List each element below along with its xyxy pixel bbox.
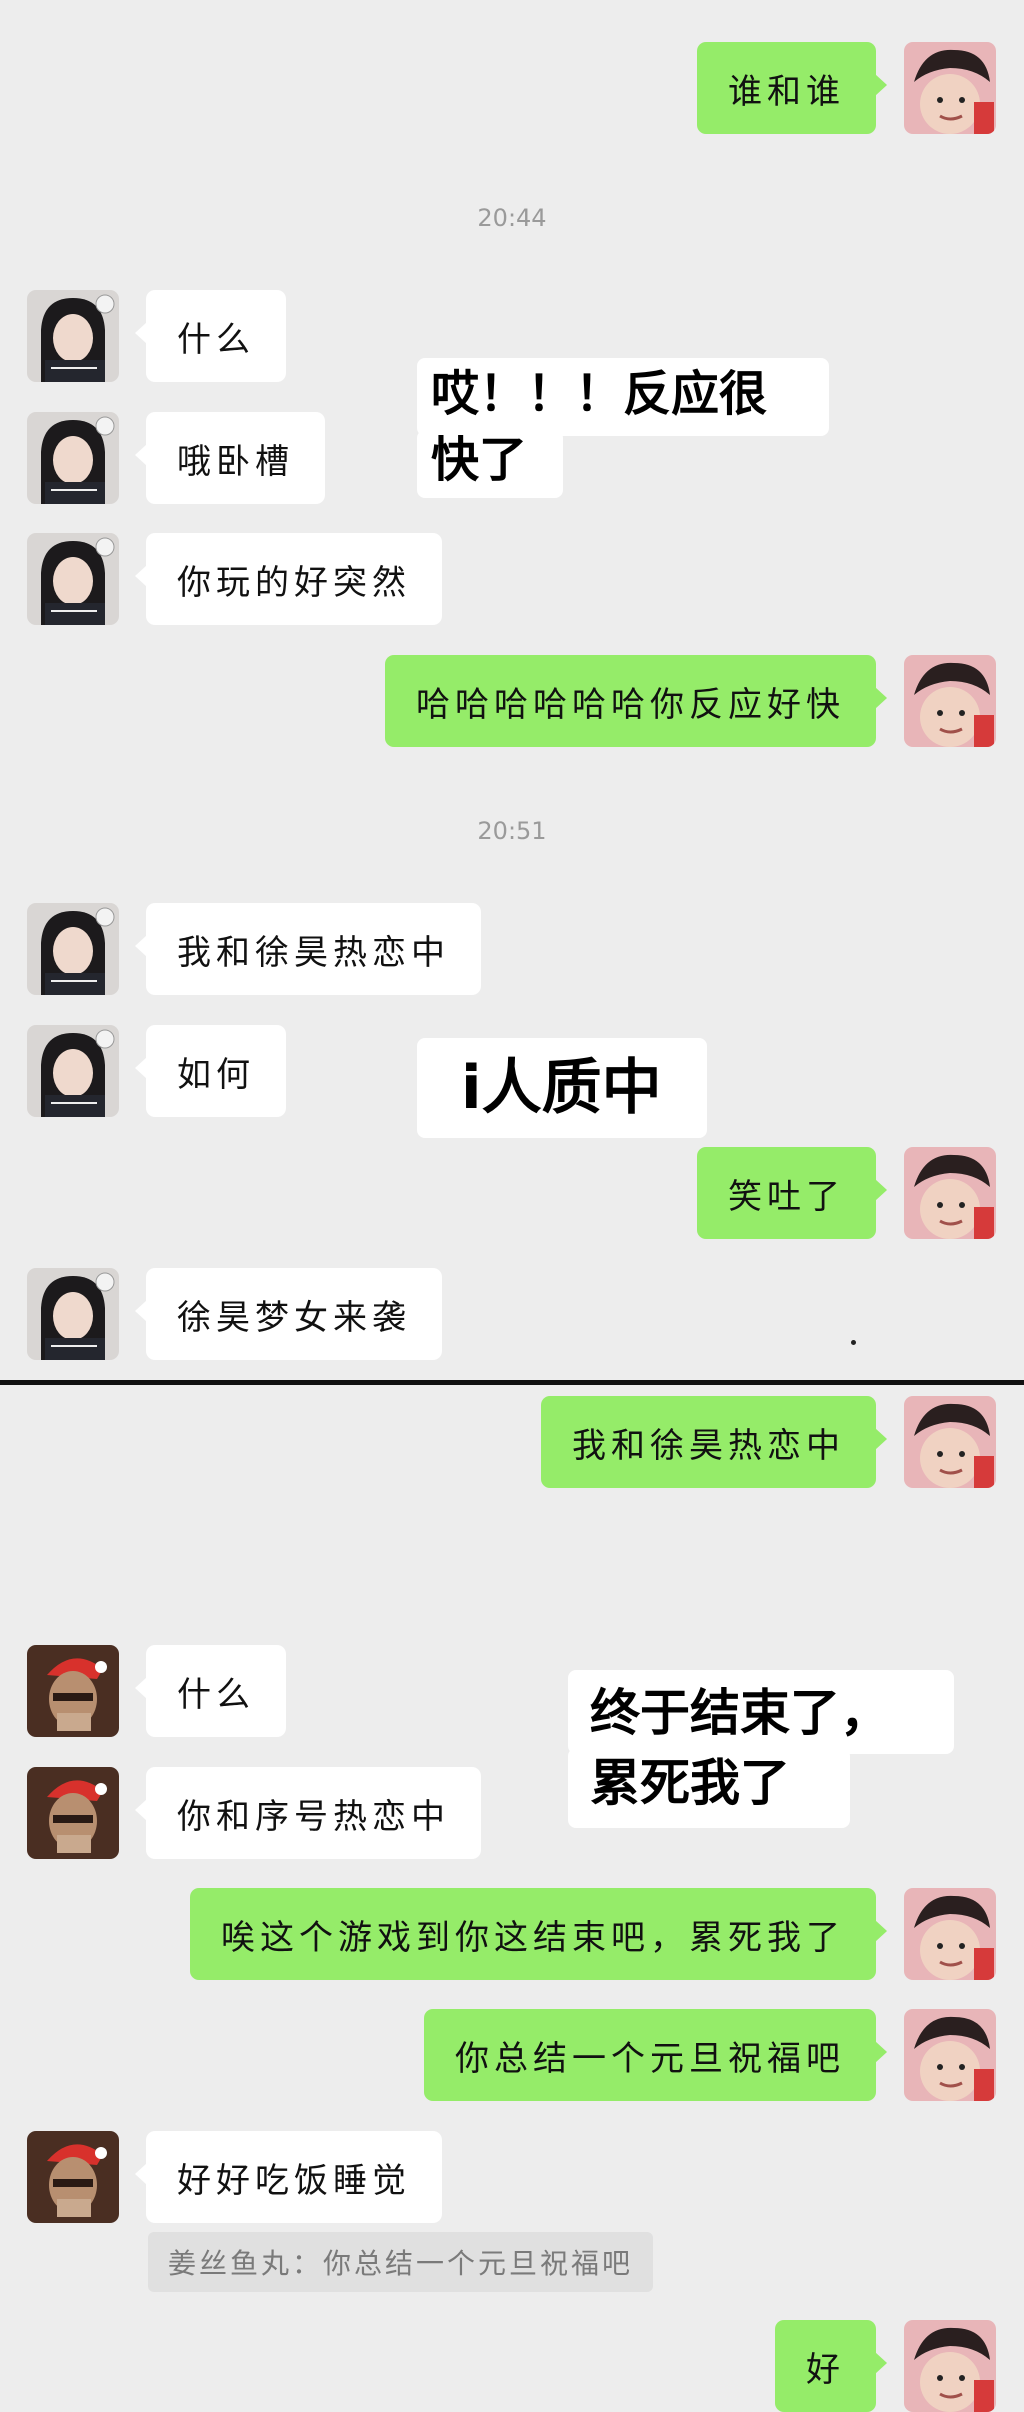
message-text: 笑吐了 xyxy=(728,1176,845,1217)
caption-line: 快了 xyxy=(431,432,528,488)
self-avatar[interactable] xyxy=(904,42,996,134)
message-bubble-sent[interactable]: 笑吐了 xyxy=(697,1147,887,1239)
message-bubble-received[interactable]: 好好吃饭睡觉 xyxy=(135,2131,442,2223)
message-bubble-sent[interactable]: 好 xyxy=(775,2320,887,2412)
message-text: 唉这个游戏到你这结束吧，累死我了 xyxy=(221,1917,845,1958)
message-bubble-received[interactable]: 徐昊梦女来袭 xyxy=(135,1268,442,1360)
self-avatar[interactable] xyxy=(904,1888,996,1980)
message-bubble-sent[interactable]: 我和徐昊热恋中 xyxy=(541,1396,887,1488)
caption-line: 累死我了 xyxy=(590,1754,790,1812)
message-text: 徐昊梦女来袭 xyxy=(177,1297,411,1338)
overlay-caption: 终于结束了， xyxy=(568,1670,954,1754)
timestamp: 20:44 xyxy=(477,204,547,232)
contact-avatar[interactable] xyxy=(27,1268,119,1360)
message-text: 好 xyxy=(806,2349,845,2390)
message-text: 你总结一个元旦祝福吧 xyxy=(455,2038,845,2079)
message-bubble-sent[interactable]: 哈哈哈哈哈哈你反应好快 xyxy=(385,655,887,747)
quoted-reply[interactable]: 姜丝鱼丸：你总结一个元旦祝福吧 xyxy=(148,2232,654,2292)
message-bubble-sent[interactable]: 谁和谁 xyxy=(697,42,887,134)
message-text: 哈哈哈哈哈哈你反应好快 xyxy=(416,684,845,725)
message-text: 我和徐昊热恋中 xyxy=(177,932,450,973)
stray-dot xyxy=(851,1340,856,1345)
message-text: 好好吃饭睡觉 xyxy=(177,2160,411,2201)
caption-line: i人质中 xyxy=(461,1053,662,1123)
self-avatar[interactable] xyxy=(904,2320,996,2412)
message-text: 如何 xyxy=(177,1054,255,1095)
message-bubble-sent[interactable]: 唉这个游戏到你这结束吧，累死我了 xyxy=(190,1888,887,1980)
contact-avatar[interactable] xyxy=(27,2131,119,2223)
message-bubble-received[interactable]: 你玩的好突然 xyxy=(135,533,442,625)
contact-avatar[interactable] xyxy=(27,290,119,382)
contact-avatar[interactable] xyxy=(27,1767,119,1859)
overlay-caption: 累死我了 xyxy=(568,1748,850,1828)
timestamp: 20:51 xyxy=(477,817,547,845)
overlay-caption: i人质中 xyxy=(417,1038,707,1138)
contact-avatar[interactable] xyxy=(27,1645,119,1737)
message-text: 哦卧槽 xyxy=(177,441,294,482)
contact-avatar[interactable] xyxy=(27,412,119,504)
contact-avatar[interactable] xyxy=(27,903,119,995)
message-text: 你玩的好突然 xyxy=(177,562,411,603)
self-avatar[interactable] xyxy=(904,1147,996,1239)
self-avatar[interactable] xyxy=(904,2009,996,2101)
message-bubble-sent[interactable]: 你总结一个元旦祝福吧 xyxy=(424,2009,887,2101)
self-avatar[interactable] xyxy=(904,1396,996,1488)
overlay-caption: 哎！！！反应很 xyxy=(417,358,829,436)
message-bubble-received[interactable]: 我和徐昊热恋中 xyxy=(135,903,481,995)
message-text: 我和徐昊热恋中 xyxy=(572,1425,845,1466)
message-bubble-received[interactable]: 什么 xyxy=(135,290,286,382)
caption-line: 终于结束了， xyxy=(590,1684,890,1742)
message-bubble-received[interactable]: 哦卧槽 xyxy=(135,412,325,504)
contact-avatar[interactable] xyxy=(27,533,119,625)
message-bubble-received[interactable]: 什么 xyxy=(135,1645,286,1737)
caption-line: 哎！！！反应很 xyxy=(431,366,768,422)
message-text: 谁和谁 xyxy=(728,71,845,112)
screenshot-divider xyxy=(0,1380,1024,1385)
message-text: 什么 xyxy=(177,319,255,360)
message-text: 什么 xyxy=(177,1674,255,1715)
contact-avatar[interactable] xyxy=(27,1025,119,1117)
message-bubble-received[interactable]: 如何 xyxy=(135,1025,286,1117)
self-avatar[interactable] xyxy=(904,655,996,747)
message-text: 你和序号热恋中 xyxy=(177,1796,450,1837)
message-bubble-received[interactable]: 你和序号热恋中 xyxy=(135,1767,481,1859)
overlay-caption: 快了 xyxy=(417,430,563,498)
